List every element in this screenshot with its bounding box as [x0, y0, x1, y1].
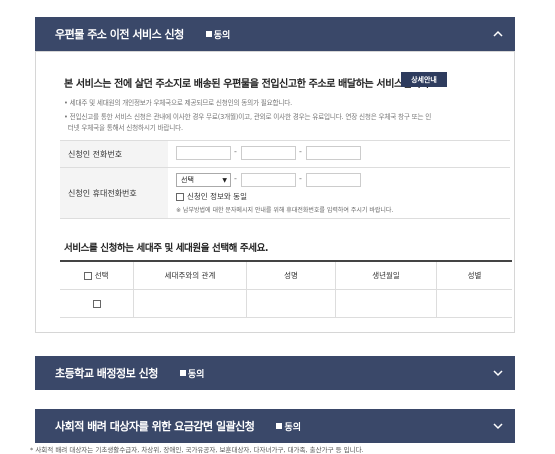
phone-input-3[interactable]: [306, 146, 361, 160]
mobile-row: 신청인 휴대전화번호 선택 ▼ - - 신청인 정보와 동일 ※ 납부방법에 대한…: [60, 168, 510, 219]
fee-note-line2: 터넷 우체국을 통해서 신청하시기 바랍니다.: [67, 124, 183, 132]
dash: -: [234, 174, 237, 183]
mobile-inputs: 선택 ▼ - - 신청인 정보와 동일 ※ 납부방법에 대한 문자메시지 안내를 …: [168, 168, 510, 218]
phone-label: 신청인 전화번호: [60, 141, 168, 167]
section-title: 사회적 배려 대상자를 위한 요금감면 일괄신청: [55, 420, 255, 433]
privacy-note-text: 세대주 및 세대원의 개인정보가 우체국으로 제공되므로 신청인의 동의가 필요…: [69, 99, 293, 107]
service-intro: 본 서비스는 전에 살던 주소지로 배송된 우편물을 전입신고한 주소로 배달하…: [64, 79, 433, 90]
detail-info-button[interactable]: 상세안내: [401, 72, 447, 87]
chevron-up-icon[interactable]: [491, 27, 505, 41]
privacy-note: • 세대주 및 세대원의 개인정보가 우체국으로 제공되므로 신청인의 동의가 …: [64, 99, 293, 107]
checkbox-icon: [179, 370, 186, 376]
fee-reduction-section-header[interactable]: 사회적 배려 대상자를 위한 요금감면 일괄신청 동의: [35, 409, 515, 443]
header-name: 성명: [246, 261, 336, 290]
row-checkbox[interactable]: [92, 300, 101, 308]
agree-checkbox[interactable]: 동의: [179, 367, 205, 380]
same-as-applicant[interactable]: 신청인 정보와 동일: [176, 191, 247, 202]
agree-checkbox[interactable]: 동의: [276, 420, 301, 433]
mobile-input-3[interactable]: [306, 173, 361, 187]
dash: -: [299, 147, 302, 156]
school-assignment-section-header[interactable]: 초등학교 배정정보 신청 동의: [35, 356, 515, 390]
fee-note: • 전입신고를 통한 서비스 신청은 관내에 이사한 경우 무료(3개월)이고,…: [64, 113, 432, 132]
select-all-checkbox[interactable]: [84, 272, 93, 280]
header-birth: 생년월일: [335, 261, 437, 290]
household-select-title: 서비스를 신청하는 세대주 및 세대원을 선택해 주세요.: [64, 243, 269, 254]
phone-row: 신청인 전화번호 - -: [60, 141, 510, 168]
agree-label: 동의: [213, 30, 231, 41]
header-gender: 성별: [436, 261, 512, 290]
gender-cell: [436, 289, 512, 318]
phone-input-2[interactable]: [241, 146, 296, 160]
mobile-input-2[interactable]: [241, 173, 296, 187]
mobile-label: 신청인 휴대전화번호: [60, 168, 168, 218]
checkbox-icon: [276, 423, 283, 429]
household-table: 선택 세대주와의 관계 성명 생년월일 성별: [60, 260, 512, 318]
name-cell: [246, 289, 336, 318]
mail-forward-section-header[interactable]: 우편물 주소 이전 서비스 신청 동의: [35, 17, 515, 51]
table-row: [60, 289, 512, 318]
row-select-cell: [60, 289, 134, 318]
header-select-label: 선택: [94, 271, 109, 280]
header-relation: 세대주와의 관계: [133, 261, 247, 290]
dash: -: [299, 174, 302, 183]
chevron-down-icon: ▼: [222, 177, 227, 184]
section-title: 우편물 주소 이전 서비스 신청: [55, 28, 184, 41]
same-as-applicant-label: 신청인 정보와 동일: [187, 192, 247, 201]
dash: -: [234, 147, 237, 156]
chevron-down-icon[interactable]: [491, 366, 505, 380]
relation-cell: [133, 289, 247, 318]
applicant-form: 신청인 전화번호 - - 신청인 휴대전화번호 선택 ▼ - - 신청인 정보와 …: [60, 140, 510, 219]
checkbox-icon: [205, 31, 212, 37]
select-value: 선택: [181, 176, 194, 184]
agree-checkbox[interactable]: 동의: [205, 28, 231, 41]
phone-input-1[interactable]: [176, 146, 231, 160]
phone-inputs: - -: [168, 141, 510, 167]
footnote: * 사회적 배려 대상자는 기초생활수급자, 차상위, 장애인, 국가유공자, …: [30, 446, 364, 454]
agree-label: 동의: [187, 369, 205, 380]
section-title: 초등학교 배정정보 신청: [55, 367, 158, 380]
mail-forward-section-body: 본 서비스는 전에 살던 주소지로 배송된 우편물을 전입신고한 주소로 배달하…: [35, 51, 515, 333]
mobile-note: ※ 납부방법에 대한 문자메시지 안내를 위해 휴대전화번호를 입력하여 주시기…: [176, 207, 394, 214]
checkbox-icon[interactable]: [176, 192, 184, 201]
agree-label: 동의: [284, 422, 301, 433]
chevron-down-icon[interactable]: [491, 419, 505, 433]
birth-cell: [335, 289, 437, 318]
fee-note-line1: 전입신고를 통한 서비스 신청은 관내에 이사한 경우 무료(3개월)이고, 관…: [69, 113, 432, 121]
mobile-prefix-select[interactable]: 선택 ▼: [176, 173, 231, 187]
header-select: 선택: [60, 261, 134, 290]
table-header-row: 선택 세대주와의 관계 성명 생년월일 성별: [60, 261, 512, 290]
